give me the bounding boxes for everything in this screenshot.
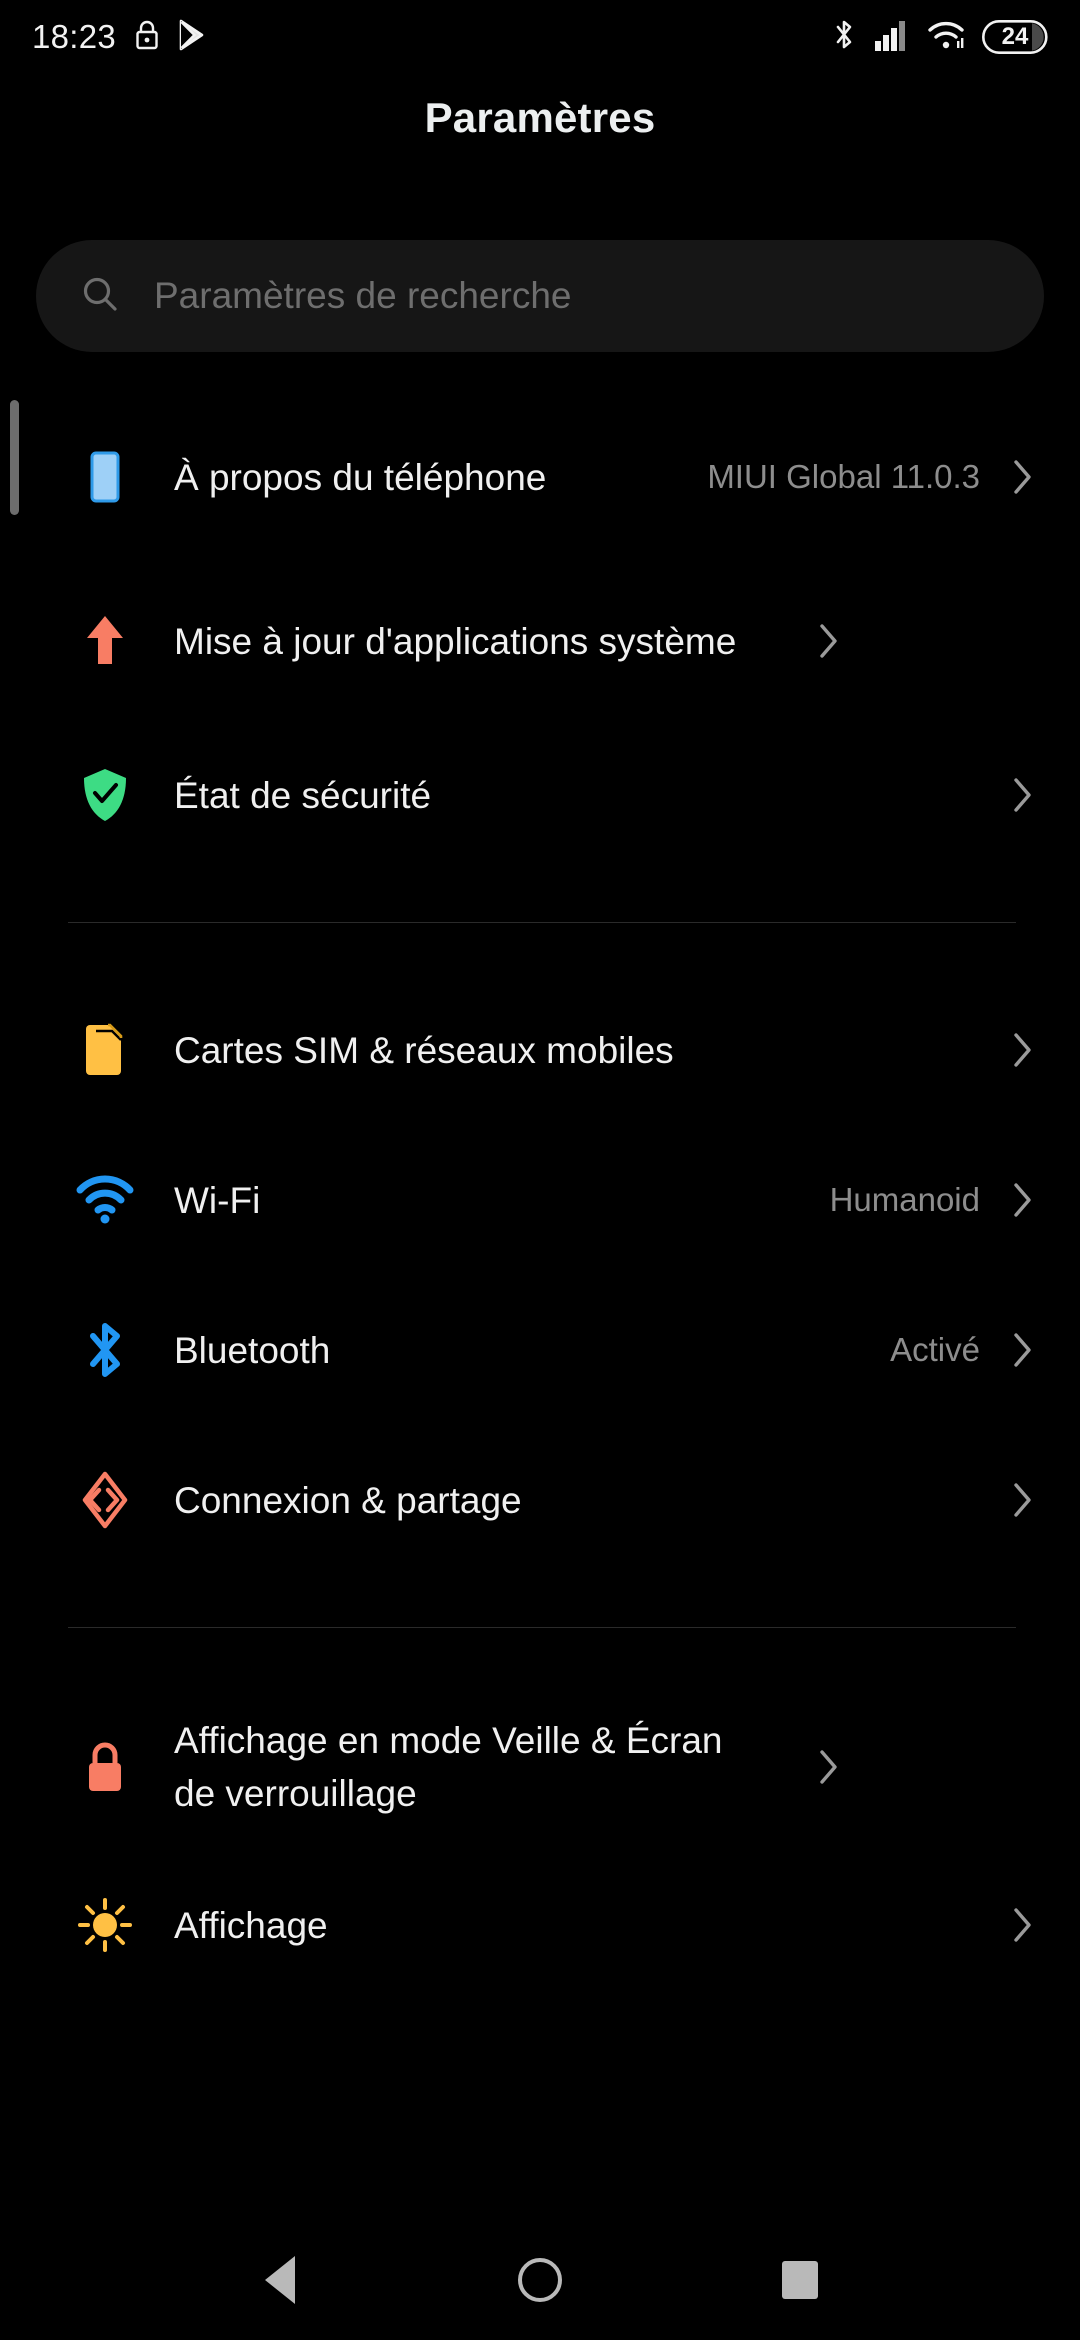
battery-level-text: 24 (1001, 23, 1029, 50)
group-divider (68, 1627, 1016, 1628)
settings-list: À propos du téléphone MIUI Global 11.0.3… (0, 395, 1080, 2000)
list-item-label: État de sécurité (174, 774, 432, 816)
list-item-value: Humanoid (829, 1181, 980, 1218)
wifi-icon (927, 19, 965, 56)
status-clock: 18:23 (32, 18, 117, 55)
search-bar-wrapper: Paramètres de recherche (36, 240, 1044, 352)
home-button[interactable] (480, 2220, 600, 2340)
security-shield-check-icon (64, 754, 146, 836)
chevron-right-icon (1006, 1905, 1040, 1945)
list-item-connection-and-sharing[interactable]: Connexion & partage (0, 1425, 1080, 1575)
list-item-value: MIUI Global 11.0.3 (707, 458, 980, 495)
list-item-system-app-updater[interactable]: Mise à jour d'applications système (0, 559, 1080, 723)
phone-info-icon (64, 436, 146, 518)
list-item-display[interactable]: Affichage (0, 1850, 1080, 2000)
recents-square-icon (782, 2261, 818, 2299)
home-circle-icon (518, 2258, 562, 2302)
status-bar-left: 18:23 (32, 18, 206, 56)
play-store-icon (178, 19, 206, 56)
search-input[interactable]: Paramètres de recherche (36, 240, 1044, 352)
wifi-icon (64, 1159, 146, 1241)
search-icon (80, 274, 120, 319)
list-item-label: Affichage en mode Veille & Écran de verr… (174, 1720, 723, 1814)
list-item-label: Bluetooth (174, 1329, 331, 1371)
list-item-always-on-display-lock-screen[interactable]: Affichage en mode Veille & Écran de verr… (0, 1684, 1080, 1850)
chevron-right-icon (1006, 1330, 1040, 1370)
bluetooth-icon (831, 18, 857, 57)
chevron-right-icon (1006, 1030, 1040, 1070)
list-item-security-status[interactable]: État de sécurité (0, 723, 1080, 867)
settings-group-device-info: À propos du téléphone MIUI Global 11.0.3… (0, 395, 1080, 867)
back-triangle-icon (265, 2256, 295, 2304)
system-update-arrow-icon (64, 600, 146, 682)
list-item-label: Cartes SIM & réseaux mobiles (174, 1029, 674, 1071)
chevron-right-icon (1006, 457, 1040, 497)
chevron-right-icon (1006, 1180, 1040, 1220)
bluetooth-icon (64, 1309, 146, 1391)
list-item-value: Activé (890, 1331, 980, 1368)
battery-indicator: 24 (982, 20, 1048, 54)
list-item-about-phone[interactable]: À propos du téléphone MIUI Global 11.0.3 (0, 395, 1080, 559)
group-divider (68, 922, 1016, 923)
chevron-right-icon (1006, 1480, 1040, 1520)
sim-card-icon (64, 1009, 146, 1091)
list-item-label: Wi-Fi (174, 1179, 261, 1221)
list-item-sim-cards-mobile-networks[interactable]: Cartes SIM & réseaux mobiles (0, 975, 1080, 1125)
page-title: Paramètres (424, 94, 656, 141)
lock-icon (134, 19, 160, 56)
navigation-bar (0, 2220, 1080, 2340)
search-placeholder: Paramètres de recherche (154, 275, 572, 316)
list-item-wifi[interactable]: Wi-Fi Humanoid (0, 1125, 1080, 1275)
back-button[interactable] (220, 2220, 340, 2340)
settings-group-connectivity: Cartes SIM & réseaux mobiles Wi-Fi Human… (0, 975, 1080, 1575)
lock-screen-padlock-icon (64, 1726, 146, 1808)
brightness-sun-icon (64, 1884, 146, 1966)
chevron-right-icon (1006, 775, 1040, 815)
status-bar-right: 24 (831, 18, 1048, 57)
recents-button[interactable] (740, 2220, 860, 2340)
list-item-label: À propos du téléphone (174, 456, 547, 498)
list-item-label: Connexion & partage (174, 1479, 522, 1521)
cellular-signal-icon (874, 19, 910, 56)
status-bar: 18:23 24 (0, 0, 1080, 74)
settings-group-display: Affichage en mode Veille & Écran de verr… (0, 1684, 1080, 2000)
list-item-label: Mise à jour d'applications système (174, 620, 737, 662)
list-item-bluetooth[interactable]: Bluetooth Activé (0, 1275, 1080, 1425)
settings-screen: 18:23 24 Paramètres Paramètres de recher… (0, 0, 1080, 2340)
chevron-right-icon (812, 1747, 846, 1787)
connection-sharing-icon (64, 1459, 146, 1541)
list-item-label: Affichage (174, 1904, 328, 1946)
chevron-right-icon (812, 621, 846, 661)
